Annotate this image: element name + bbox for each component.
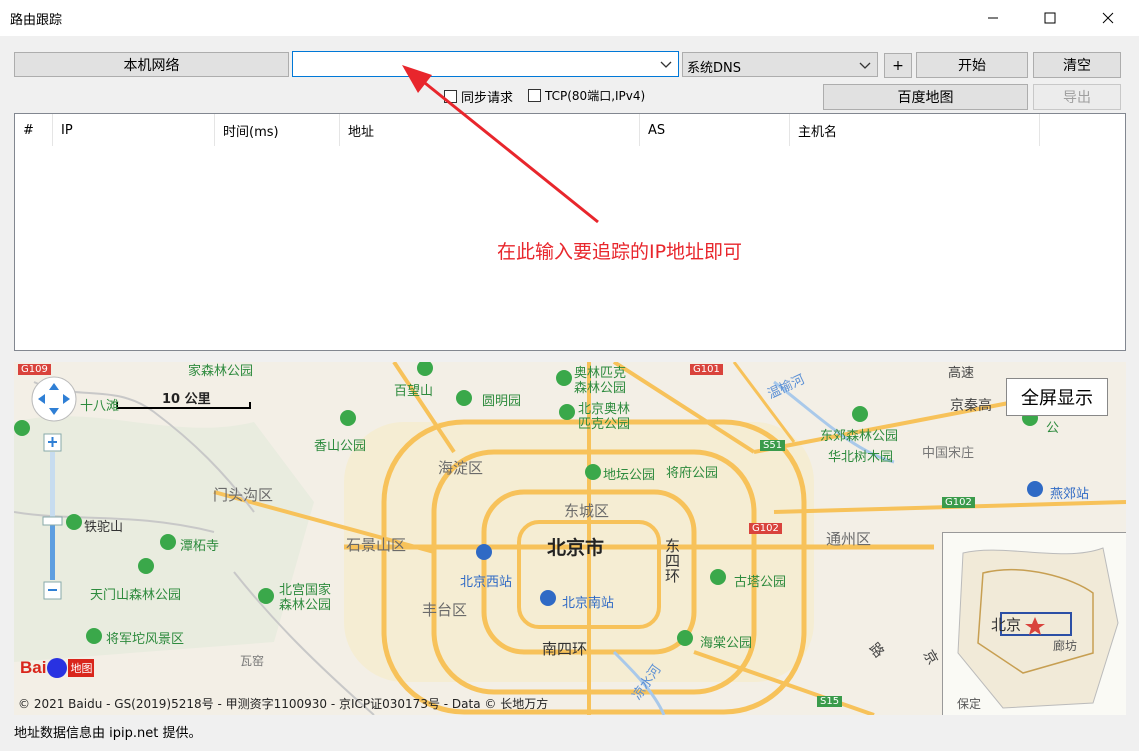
map-label-fengtai[interactable]: 丰台区 xyxy=(422,599,467,620)
map-label-dongcheng[interactable]: 东城区 xyxy=(564,500,609,521)
park-marker-icon xyxy=(585,464,601,480)
park-marker-icon xyxy=(160,534,176,550)
map-label-baiwangshan[interactable]: 百望山 xyxy=(394,380,433,399)
route-shield-g101: G101 xyxy=(690,364,723,375)
map-label-beigong[interactable]: 北宫国家森林公园 xyxy=(279,583,343,613)
map-copyright: © 2021 Baidu - GS(2019)5218号 - 甲测资字11009… xyxy=(18,695,548,712)
map-label-yanjiao[interactable]: 燕郊站 xyxy=(1050,483,1089,502)
map-label-olympic-park[interactable]: 北京奥林匹克公园 xyxy=(578,402,642,432)
park-marker-icon xyxy=(677,630,693,646)
route-shield-g102: G102 xyxy=(749,523,782,534)
map-label-wa: 瓦窑 xyxy=(240,652,264,669)
park-marker-icon xyxy=(138,558,154,574)
map-label-xiangshan[interactable]: 香山公园 xyxy=(314,435,366,454)
map-label-shibatan: 十八滩 xyxy=(80,395,119,414)
park-marker-icon xyxy=(258,588,274,604)
route-shield-g102-east: G102 xyxy=(942,497,975,508)
overview-map-shapes xyxy=(943,533,1126,715)
logo-tail: 地图 xyxy=(68,659,94,677)
map-label-city[interactable]: 北京市 xyxy=(547,533,604,560)
park-marker-icon xyxy=(456,390,472,406)
map-label-huabei[interactable]: 华北树木园 xyxy=(828,446,893,465)
park-marker-icon xyxy=(852,406,868,422)
map-label-songzhuang[interactable]: 中国宋庄 xyxy=(922,442,974,461)
map-label-beijing-south[interactable]: 北京南站 xyxy=(562,592,614,611)
map-label-jiangjuntuo[interactable]: 将军坨风景区 xyxy=(106,628,184,647)
paw-icon xyxy=(47,658,67,678)
map-label-beijing-west[interactable]: 北京西站 xyxy=(460,571,512,590)
station-marker-icon xyxy=(540,590,556,606)
map-scale-label: 10 公里 xyxy=(162,388,211,407)
park-marker-icon xyxy=(66,514,82,530)
map-label-haidian[interactable]: 海淀区 xyxy=(438,457,483,478)
park-marker-icon xyxy=(340,410,356,426)
park-marker-icon xyxy=(559,404,575,420)
route-shield-s15: S15 xyxy=(817,696,842,707)
annotation-text: 在此输入要追踪的IP地址即可 xyxy=(497,237,742,264)
logo-text: Bai xyxy=(20,658,46,678)
map-label-ditan[interactable]: 地坛公园 xyxy=(603,464,655,483)
overview-label-beijing: 北京 xyxy=(991,614,1021,635)
map-label-gong: 公 xyxy=(1046,417,1059,436)
map-label-jiasenlin[interactable]: 家森林公园 xyxy=(188,362,253,379)
map-label-mentougou[interactable]: 门头沟区 xyxy=(213,484,273,505)
map-label-tianmenshan[interactable]: 天门山森林公园 xyxy=(90,584,181,603)
route-shield-s51: S51 xyxy=(760,440,785,451)
map-label-yuanmingyuan[interactable]: 圆明园 xyxy=(482,390,521,409)
baidu-map[interactable]: G109 G101 S51 G102 G102 S15 10 公里 北京市 海淀… xyxy=(14,362,1126,715)
overview-label-baoding: 保定 xyxy=(957,695,981,712)
map-label-dongsihuan: 东四环 xyxy=(662,538,683,583)
map-label-dongjiao[interactable]: 东郊森林公园 xyxy=(820,429,916,444)
park-marker-icon xyxy=(14,420,30,436)
route-shield-g109: G109 xyxy=(18,364,51,375)
overview-label-langfang: 廊坊 xyxy=(1053,637,1077,654)
map-label-haitang[interactable]: 海棠公园 xyxy=(700,632,752,651)
map-label-tanzhesi[interactable]: 潭柘寺 xyxy=(180,535,219,554)
map-label-jiangfu[interactable]: 将府公园 xyxy=(666,462,718,481)
map-label-tongzhou[interactable]: 通州区 xyxy=(826,528,871,549)
fullscreen-button[interactable]: 全屏显示 xyxy=(1006,378,1108,416)
park-marker-icon xyxy=(556,370,572,386)
station-marker-icon xyxy=(1027,481,1043,497)
overview-map[interactable]: 北京 廊坊 保定 xyxy=(942,532,1126,715)
status-text: 地址数据信息由 ipip.net 提供。 xyxy=(14,722,201,741)
map-label-shijingshan[interactable]: 石景山区 xyxy=(346,534,406,555)
baidu-logo: Bai 地图 xyxy=(20,658,94,678)
map-label-olympic-forest[interactable]: 奥林匹克森林公园 xyxy=(574,366,638,396)
park-marker-icon xyxy=(710,569,726,585)
map-label-jingqin: 京秦高 xyxy=(950,395,992,415)
map-label-nansihuan: 南四环 xyxy=(542,638,587,659)
park-marker-icon xyxy=(86,628,102,644)
map-label-gaosu: 高速 xyxy=(948,362,974,381)
map-label-tietuoshan[interactable]: 铁驼山 xyxy=(84,516,123,535)
map-label-gutai[interactable]: 古塔公园 xyxy=(734,571,786,590)
station-marker-icon xyxy=(476,544,492,560)
